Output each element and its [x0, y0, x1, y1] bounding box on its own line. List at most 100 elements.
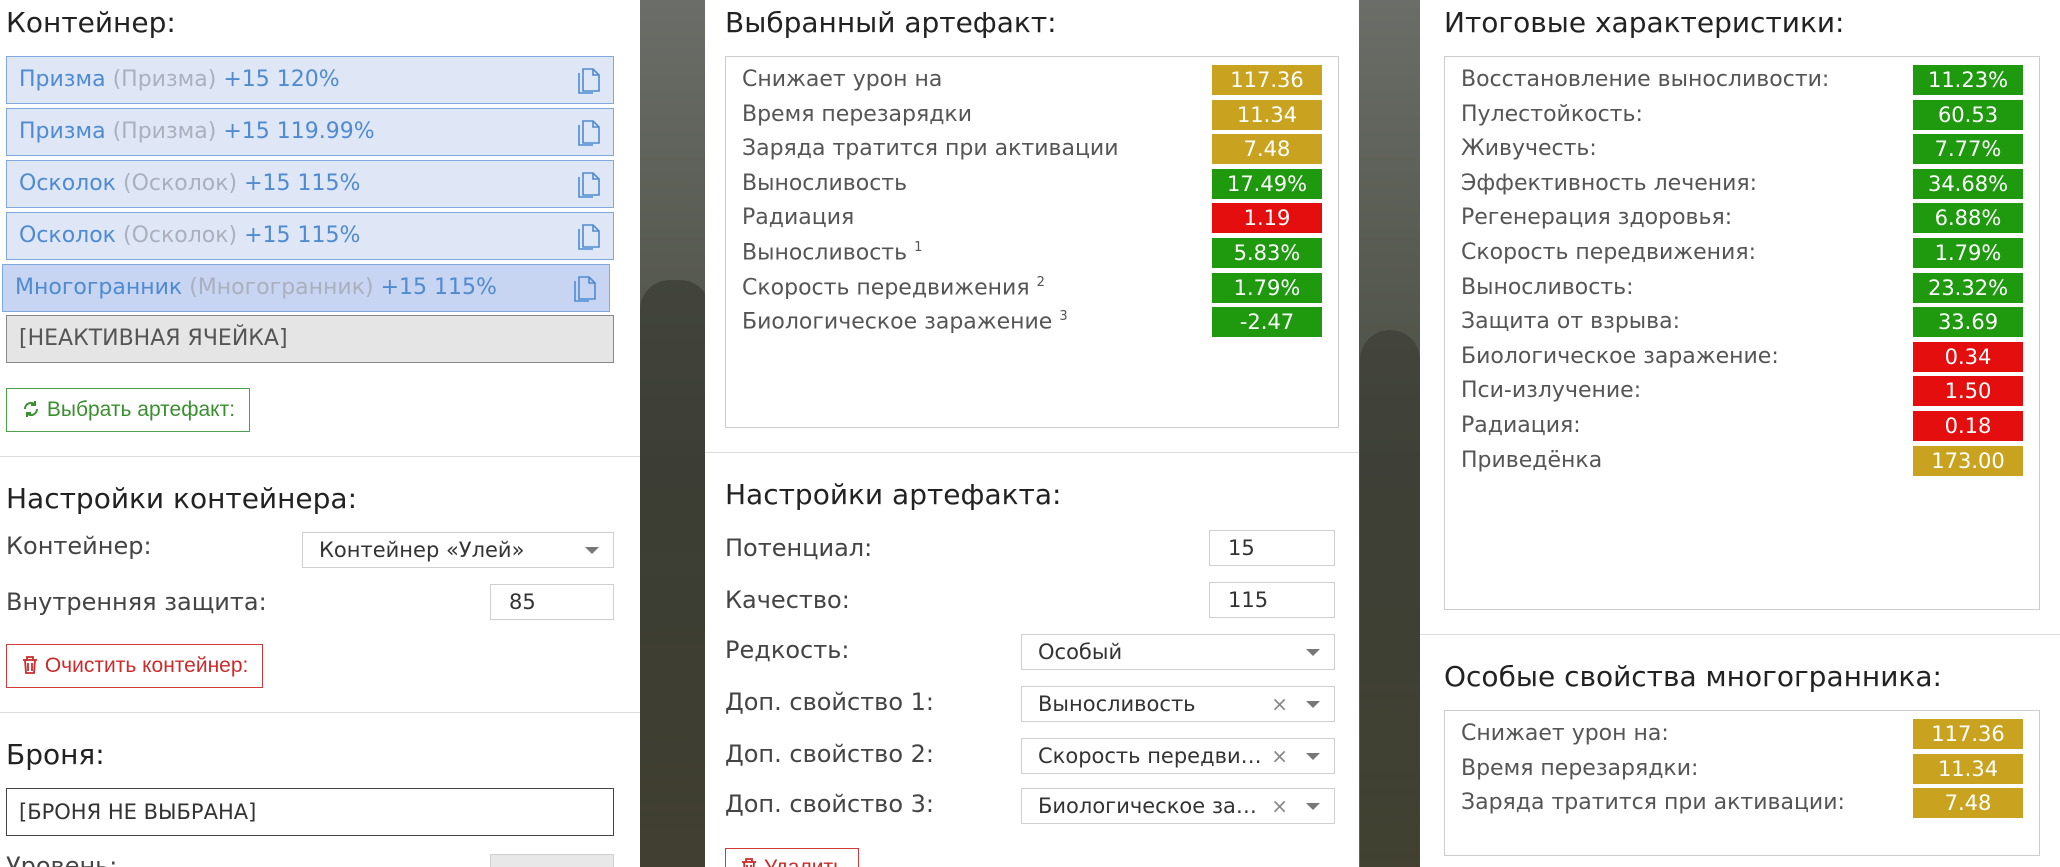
stat-row: Время перезарядки: 11.34 [1461, 753, 2023, 784]
refresh-icon [21, 398, 47, 421]
stat-row: Приведёнка 173.00 [1461, 445, 2023, 476]
slot-alt-name: (Многогранник) [189, 275, 374, 300]
slot-name: Осколок [19, 171, 116, 196]
stat-row: Восстановление выносливости: 11.23% [1461, 65, 2023, 95]
container-slot[interactable]: Призма (Призма) +15 119.99% [6, 108, 614, 156]
container-settings-title: Настройки контейнера: [6, 482, 358, 515]
stat-footnote: 2 [1036, 274, 1045, 290]
stat-row: Выносливость 1 5.83% [742, 238, 1322, 268]
slot-alt-name: (Призма) [112, 67, 217, 92]
divider [0, 712, 640, 713]
stat-row: Снижает урон на 117.36 [742, 65, 1322, 95]
container-column: Контейнер: Призма (Призма) +15 120% Призм… [0, 0, 640, 867]
slot-name: Осколок [19, 223, 116, 248]
chevron-down-icon [1306, 701, 1320, 708]
slot-level: +15 120% [223, 67, 340, 92]
totals-panel: Восстановление выносливости: 11.23% Пулест… [1444, 56, 2040, 610]
slot-name: Призма [19, 67, 106, 92]
stat-value-badge: 117.36 [1913, 719, 2023, 749]
stat-value-badge: 1.19 [1212, 203, 1322, 234]
container-slot[interactable]: Осколок (Осколок) +15 115% [6, 212, 614, 260]
stat-value-badge: 60.53 [1913, 99, 2023, 130]
slot-alt-name: (Осколок) [122, 223, 238, 248]
artifact-column: Выбранный артефакт: Снижает урон на 117.3… [705, 0, 1359, 867]
stat-label-text: Снижает урон на [742, 67, 943, 92]
extra1-label: Доп. свойство 1: [725, 688, 934, 716]
stat-value-badge: 5.83% [1212, 238, 1322, 268]
stat-row: Живучесть: 7.77% [1461, 134, 2023, 165]
stat-value-badge: 7.48 [1212, 134, 1322, 165]
stat-value-badge: 0.18 [1913, 411, 2023, 441]
stat-label: Эффективность лечения: [1461, 171, 1757, 196]
inner-protection-input[interactable]: 85 [490, 584, 614, 620]
quality-input[interactable]: 115 [1209, 582, 1335, 618]
armor-select[interactable]: [БРОНЯ НЕ ВЫБРАНА] [6, 788, 614, 836]
stat-footnote: 1 [914, 240, 923, 255]
extra2-select-value: Скорость передвижения [1038, 744, 1268, 768]
stat-row: Эффективность лечения: 34.68% [1461, 168, 2023, 199]
potential-input[interactable]: 15 [1209, 530, 1335, 566]
stat-row: Выносливость 17.49% [742, 168, 1322, 199]
clear-icon[interactable]: × [1271, 687, 1288, 721]
slot-alt-name: (Призма) [112, 119, 217, 144]
chevron-down-icon [1306, 803, 1320, 810]
stat-label-text: Выносливость: [1461, 274, 1634, 300]
artifact-settings-title: Настройки артефакта: [725, 478, 1062, 511]
stat-label: Пулестойкость: [1461, 102, 1643, 127]
special-panel: Снижает урон на: 117.36 Время перезарядки:… [1444, 710, 2040, 856]
stat-label: Выносливость 1 [742, 240, 922, 265]
stat-label-text: Восстановление выносливости: [1461, 67, 1830, 92]
container-slot[interactable]: Многогранник (Многогранник) +15 115% [2, 264, 610, 312]
stat-label: Выносливость: [1461, 275, 1633, 300]
container-slot[interactable]: Осколок (Осколок) +15 115% [6, 160, 614, 208]
slot-name: Многогранник [15, 275, 183, 300]
extra3-select[interactable]: Биологическое заражение × [1021, 788, 1335, 824]
copy-icon[interactable] [575, 117, 601, 147]
selected-artifact-title: Выбранный артефакт: [725, 6, 1057, 39]
stat-label: Скорость передвижения 2 [742, 275, 1045, 300]
extra2-select[interactable]: Скорость передвижения × [1021, 738, 1335, 774]
container-slot[interactable]: Призма (Призма) +15 120% [6, 56, 614, 104]
stat-label: Пси-излучение: [1461, 378, 1641, 403]
stat-value-badge: 6.88% [1913, 203, 2023, 234]
delete-artifact-label: Удалить [764, 856, 844, 867]
rarity-select[interactable]: Особый [1021, 634, 1335, 670]
slot-alt-name: (Осколок) [122, 171, 238, 196]
copy-icon[interactable] [575, 169, 601, 199]
stat-label-text: Выносливость [742, 170, 908, 196]
choose-artifact-button[interactable]: Выбрать артефакт: [6, 388, 251, 432]
clear-container-button[interactable]: Очистить контейнер: [6, 644, 264, 688]
stat-label-text: Живучесть: [1461, 136, 1597, 162]
stat-row: Выносливость: 23.32% [1461, 272, 2023, 303]
stat-row: Заряда тратится при активации: 7.48 [1461, 788, 2023, 819]
divider [705, 452, 1359, 453]
clear-icon[interactable]: × [1271, 739, 1288, 773]
stat-label: Снижает урон на: [1461, 721, 1669, 746]
armor-level-input[interactable] [490, 854, 614, 867]
stat-label: Регенерация здоровья: [1461, 205, 1732, 230]
stat-value-badge: 11.34 [1212, 99, 1322, 130]
stat-row: Скорость передвижения 2 1.79% [742, 272, 1322, 303]
rarity-select-value: Особый [1038, 640, 1123, 664]
stat-label-text: Регенерация здоровья: [1461, 205, 1733, 231]
background-tree [640, 280, 710, 867]
clear-icon[interactable]: × [1271, 789, 1288, 823]
delete-artifact-button[interactable]: Удалить [725, 848, 860, 867]
stat-row: Защита от взрыва: 33.69 [1461, 307, 2023, 338]
stat-label-text: Пси-излучение: [1461, 378, 1642, 404]
copy-icon[interactable] [575, 221, 601, 251]
stat-row: Пулестойкость: 60.53 [1461, 99, 2023, 130]
stat-label: Живучесть: [1461, 136, 1597, 161]
special-title: Особые свойства многогранника: [1444, 660, 1942, 693]
container-select[interactable]: Контейнер «Улей» [302, 532, 614, 568]
stat-label-text: Приведёнка [1461, 447, 1603, 473]
copy-icon[interactable] [571, 273, 597, 303]
background-tree [1360, 330, 1420, 867]
stat-label: Приведёнка [1461, 448, 1602, 473]
stat-label: Защита от взрыва: [1461, 309, 1680, 334]
stat-value-badge: 7.77% [1913, 134, 2023, 165]
extra1-select[interactable]: Выносливость × [1021, 686, 1335, 722]
stat-row: Заряда тратится при активации 7.48 [742, 134, 1322, 165]
selected-artifact-panel: Снижает урон на 117.36 Время перезарядки 11… [725, 56, 1339, 428]
copy-icon[interactable] [575, 65, 601, 95]
